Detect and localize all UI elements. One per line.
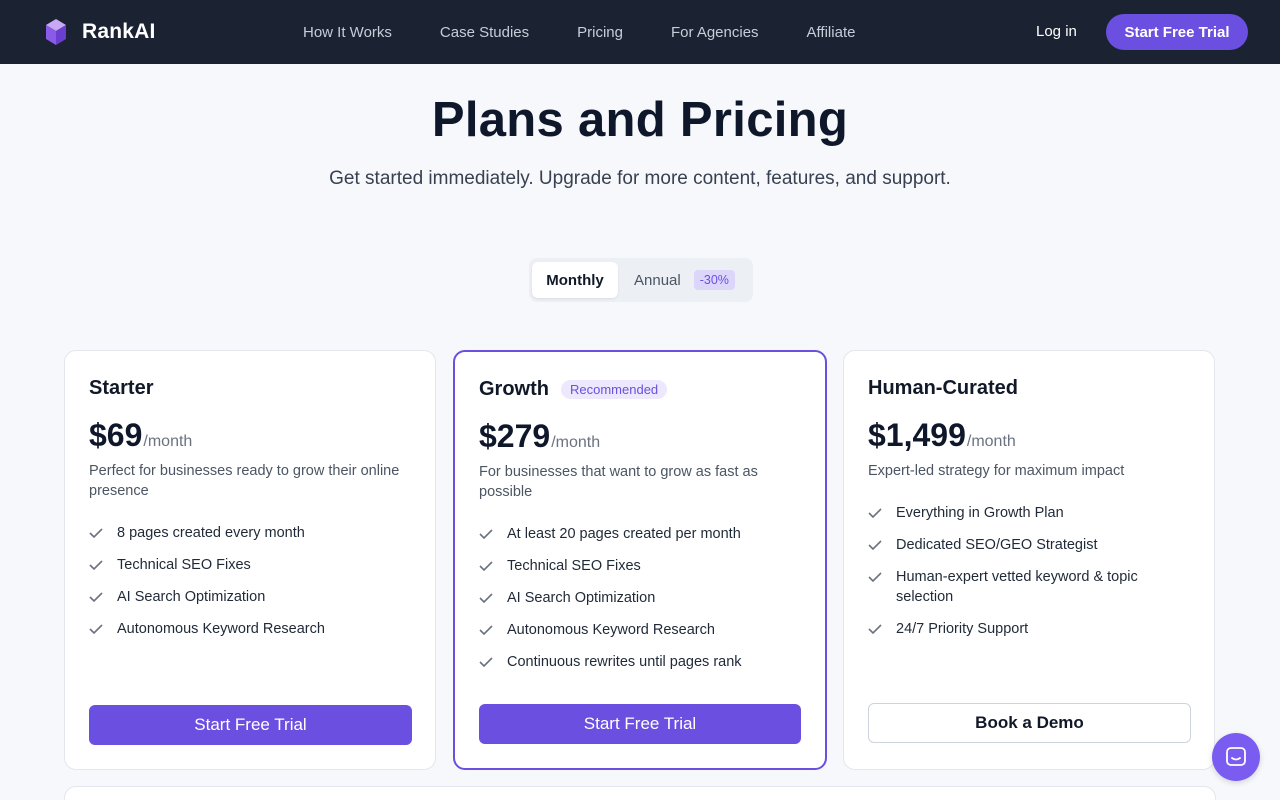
plan-name: Human-Curated (868, 377, 1018, 400)
check-icon (868, 503, 884, 523)
annual-discount-badge: -30% (693, 270, 735, 290)
feature-text: Everything in Growth Plan (896, 505, 1064, 521)
plan-description: Perfect for businesses ready to grow the… (89, 463, 400, 499)
feature-text: Technical SEO Fixes (117, 557, 251, 573)
nav-affiliate[interactable]: Affiliate (807, 24, 856, 41)
chat-launcher-button[interactable] (1212, 733, 1260, 781)
plan-price-row: $1,499 /month (868, 417, 1016, 454)
check-icon (868, 535, 884, 555)
page-title: Plans and Pricing (431, 93, 849, 147)
brand-logo[interactable]: RankAI (42, 17, 156, 47)
feature-text: Technical SEO Fixes (507, 558, 641, 574)
book-a-demo-button[interactable]: Book a Demo (868, 703, 1191, 743)
main-nav: How It Works Case Studies Pricing For Ag… (303, 0, 903, 64)
check-icon (479, 524, 495, 544)
feature-item: Human-expert vetted keyword & topic sele… (868, 567, 1192, 607)
feature-item: 24/7 Priority Support (868, 619, 1192, 639)
feature-item: Dedicated SEO/GEO Strategist (868, 535, 1192, 555)
check-icon (868, 567, 884, 587)
plan-name-text: Growth (479, 378, 549, 400)
feature-text: Autonomous Keyword Research (117, 621, 325, 637)
nav-case-studies[interactable]: Case Studies (440, 24, 529, 41)
plan-card-human-curated: Human-Curated $1,499 /month Expert-led s… (843, 350, 1215, 770)
feature-item: Continuous rewrites until pages rank (479, 652, 803, 672)
feature-text: Continuous rewrites until pages rank (507, 654, 742, 670)
check-icon (479, 652, 495, 672)
recommended-badge: Recommended (561, 380, 668, 399)
feature-item: Technical SEO Fixes (89, 555, 413, 575)
plan-name-text: Human-Curated (868, 377, 1019, 399)
next-section-card (64, 786, 1216, 800)
plan-period: /month (966, 433, 1016, 450)
plan-feature-list: Everything in Growth Plan Dedicated SEO/… (868, 503, 1192, 651)
feature-text: Autonomous Keyword Research (507, 622, 715, 638)
start-free-trial-button[interactable]: Start Free Trial (479, 704, 801, 744)
plan-name: Starter (89, 377, 153, 400)
plan-price-row: $69 /month (89, 417, 192, 454)
check-icon (89, 587, 105, 607)
plan-card-starter: Starter $69 /month Perfect for businesse… (64, 350, 436, 770)
feature-text: AI Search Optimization (507, 590, 656, 606)
plan-price: $279 (479, 418, 551, 454)
check-icon (89, 523, 105, 543)
plan-feature-list: 8 pages created every month Technical SE… (89, 523, 413, 651)
plan-price-row: $279 /month (479, 418, 600, 455)
login-link[interactable]: Log in (1036, 23, 1077, 40)
feature-item: Autonomous Keyword Research (479, 620, 803, 640)
feature-text: 24/7 Priority Support (896, 621, 1029, 637)
feature-item: AI Search Optimization (479, 588, 803, 608)
page-subtitle: Get started immediately. Upgrade for mor… (329, 168, 951, 189)
plan-period: /month (143, 433, 193, 450)
check-icon (479, 620, 495, 640)
check-icon (89, 555, 105, 575)
feature-text: At least 20 pages created per month (507, 526, 741, 542)
plan-description: Expert-led strategy for maximum impact (868, 463, 1125, 479)
check-icon (479, 556, 495, 576)
feature-item: AI Search Optimization (89, 587, 413, 607)
start-free-trial-button[interactable]: Start Free Trial (89, 705, 412, 745)
billing-annual-option[interactable]: Annual -30% (634, 262, 735, 298)
billing-monthly-option[interactable]: Monthly (532, 262, 618, 298)
plan-description: For businesses that want to grow as fast… (479, 464, 758, 500)
plan-card-growth: Growth Recommended $279 /month For busin… (453, 350, 827, 770)
billing-period-toggle: Monthly Annual -30% (529, 258, 753, 302)
plan-price: $69 (89, 417, 143, 453)
top-navigation-bar: RankAI How It Works Case Studies Pricing… (0, 0, 1280, 64)
nav-how-it-works[interactable]: How It Works (303, 24, 392, 41)
plan-feature-list: At least 20 pages created per month Tech… (479, 524, 803, 684)
plan-name-text: Starter (89, 377, 154, 399)
feature-text: AI Search Optimization (117, 589, 266, 605)
feature-item: At least 20 pages created per month (479, 524, 803, 544)
feature-item: Autonomous Keyword Research (89, 619, 413, 639)
brand-name: RankAI (82, 20, 156, 43)
plan-price: $1,499 (868, 417, 966, 453)
rankai-logo-icon (46, 19, 66, 45)
nav-pricing[interactable]: Pricing (577, 24, 623, 41)
nav-for-agencies[interactable]: For Agencies (671, 24, 759, 41)
billing-annual-label: Annual (634, 271, 681, 289)
plan-period: /month (551, 434, 601, 451)
feature-item: Everything in Growth Plan (868, 503, 1192, 523)
chat-icon (1226, 747, 1246, 766)
check-icon (868, 619, 884, 639)
check-icon (479, 588, 495, 608)
feature-item: Technical SEO Fixes (479, 556, 803, 576)
start-free-trial-header-button[interactable]: Start Free Trial (1106, 14, 1248, 50)
check-icon (89, 619, 105, 639)
feature-text: 8 pages created every month (117, 525, 305, 541)
feature-text: Dedicated SEO/GEO Strategist (896, 537, 1098, 553)
plan-name: Growth Recommended (479, 378, 668, 401)
feature-text: Human-expert vetted keyword & topic sele… (896, 569, 1138, 605)
feature-item: 8 pages created every month (89, 523, 413, 543)
